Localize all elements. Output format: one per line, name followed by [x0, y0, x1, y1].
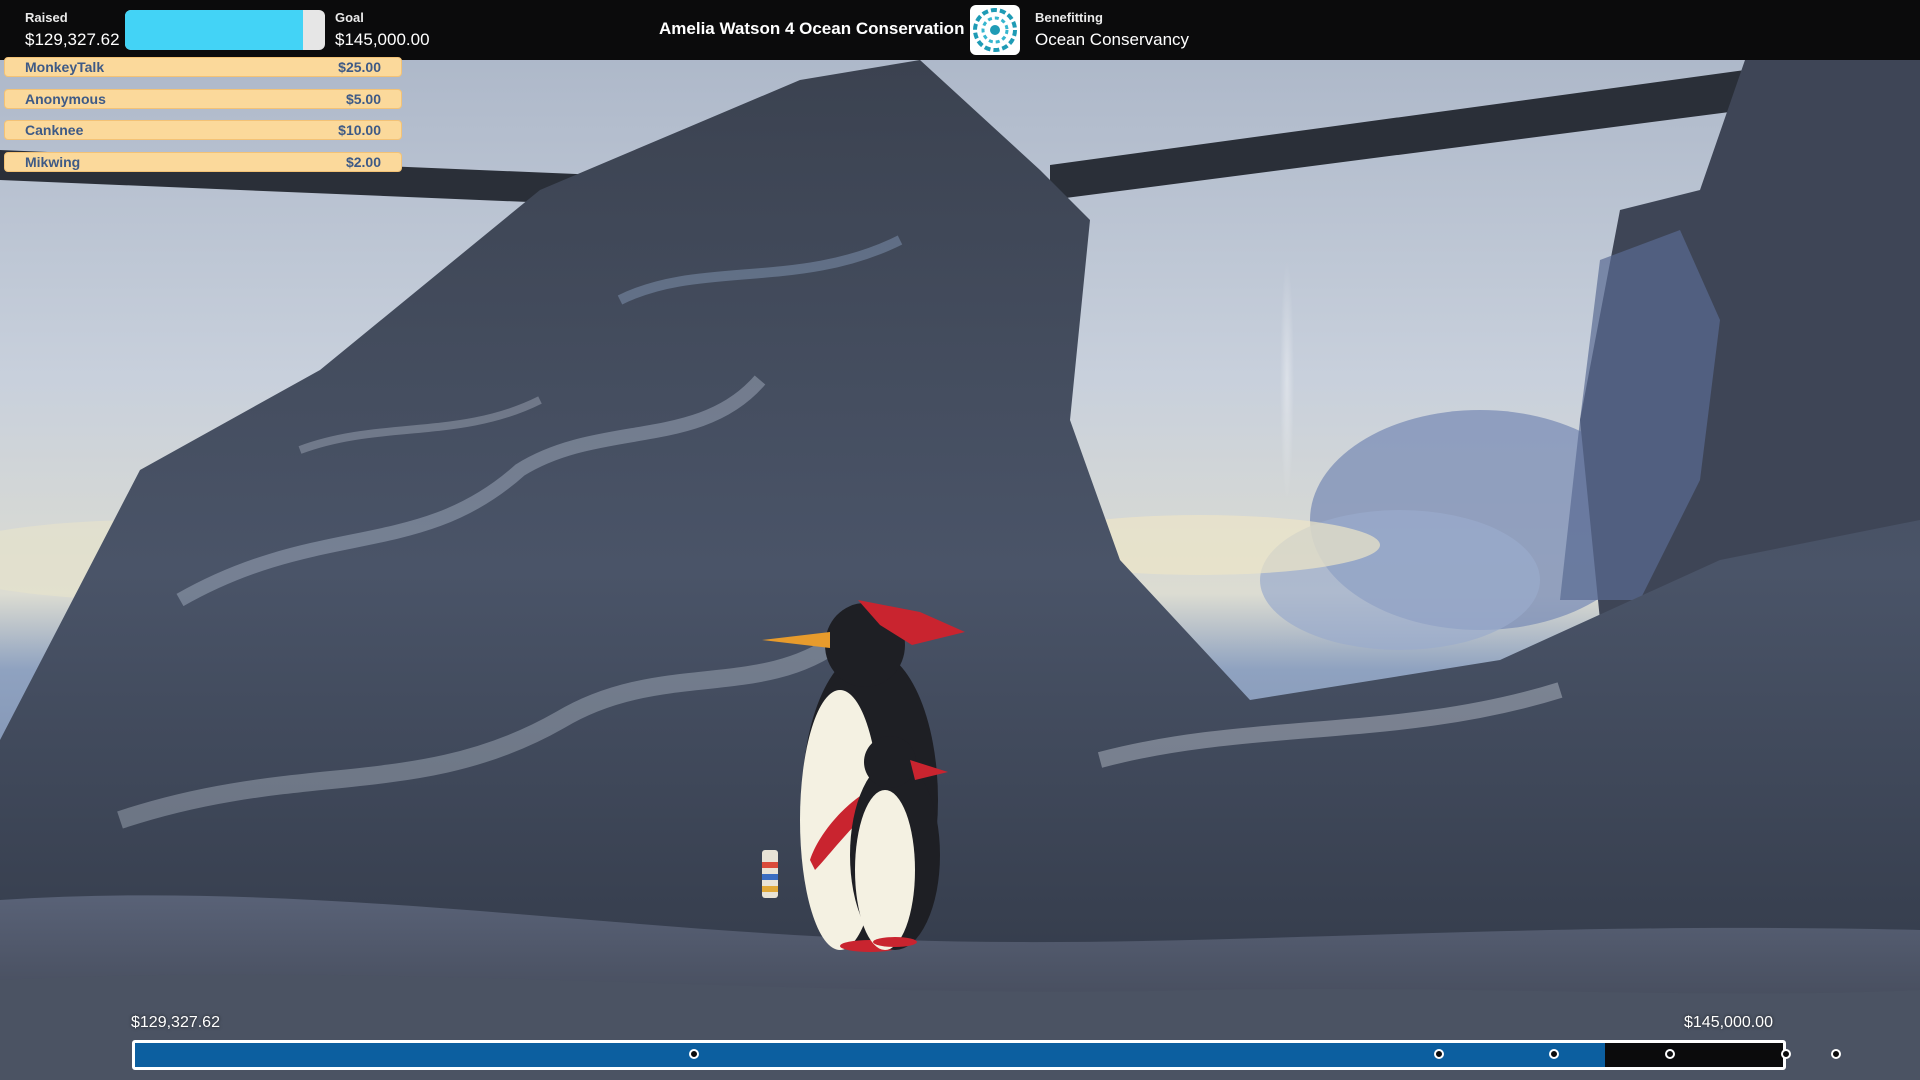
donor-name: Mikwing: [25, 153, 81, 170]
bottom-progress-fill: [135, 1043, 1606, 1067]
donation-row: MonkeyTalk $25.00: [4, 57, 402, 77]
donation-amount: $10.00: [338, 122, 381, 138]
donor-name: MonkeyTalk: [25, 59, 105, 75]
donor-name: Anonymous: [25, 90, 106, 107]
campaign-title: Amelia Watson 4 Ocean Conservation: [659, 19, 965, 38]
goal-value: $145,000.00: [335, 30, 430, 49]
milestone-marker-icon: [1830, 1049, 1841, 1059]
bottom-progress-track: [132, 1040, 1786, 1070]
raised-progress-fill: [125, 10, 304, 50]
ocean-conservancy-logo-icon: [970, 5, 1020, 55]
donation-amount: $25.00: [338, 59, 381, 75]
donation-amount: $5.00: [345, 90, 381, 107]
donation-row: Mikwing $2.00: [4, 151, 402, 172]
donor-name: Canknee: [25, 122, 84, 138]
milestone-marker-icon: [1781, 1049, 1791, 1059]
raised-progress-bar: [125, 10, 325, 50]
goal-label: Goal: [335, 10, 364, 25]
charity-name: Ocean Conservancy: [1035, 30, 1190, 49]
milestone-marker-icon: [1433, 1049, 1444, 1059]
benefitting-label: Benefitting: [1035, 10, 1103, 25]
donation-row: Canknee $10.00: [4, 120, 402, 140]
raised-label: Raised: [25, 10, 68, 25]
donation-row: Anonymous $5.00: [4, 88, 402, 109]
recent-donations-list: MonkeyTalk $25.00 Anonymous $5.00 Canknee $10…: [4, 57, 402, 183]
donation-amount: $2.00: [345, 153, 381, 170]
top-bar: Raised $129,327.62 Goal $145,000.00 Amel…: [0, 0, 1920, 60]
raised-value: $129,327.62: [25, 30, 120, 49]
bottom-progress-start-value: $129,327.62: [131, 1014, 220, 1031]
bottom-progress-end-value: $145,000.00: [1684, 1014, 1773, 1031]
